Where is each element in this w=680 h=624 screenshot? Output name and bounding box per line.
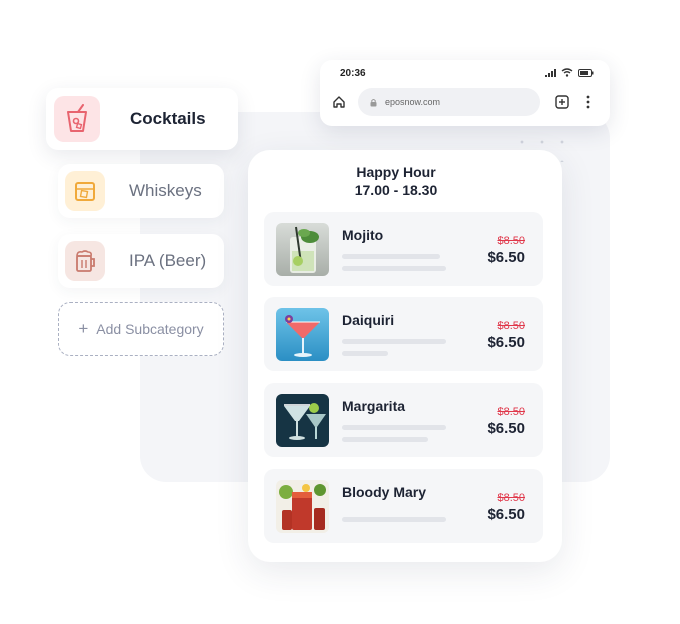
address-bar[interactable]: eposnow.com	[358, 88, 540, 116]
mojito-image	[276, 223, 329, 276]
url-text: eposnow.com	[385, 97, 441, 107]
description-placeholder	[342, 425, 446, 430]
item-name: Bloody Mary	[342, 484, 427, 500]
category-cocktails[interactable]: Cocktails	[46, 88, 238, 150]
original-price: $8.50	[497, 492, 525, 504]
description-placeholder	[342, 339, 446, 344]
original-price: $8.50	[497, 235, 525, 247]
browser-toolbar: 20:36 eposnow.com	[320, 60, 610, 126]
menu-item-mojito[interactable]: Mojito $8.50 $6.50	[264, 212, 543, 286]
item-name: Margarita	[342, 398, 406, 414]
item-name: Daiquiri	[342, 312, 395, 328]
discounted-price: $6.50	[487, 249, 525, 266]
discounted-price: $6.50	[487, 334, 525, 351]
original-price: $8.50	[497, 320, 525, 332]
margarita-image	[276, 394, 329, 447]
original-price: $8.50	[497, 406, 525, 418]
lock-icon	[370, 98, 377, 106]
happy-hour-menu: Happy Hour 17.00 - 18.30 Mojito $8.50 $6…	[248, 150, 562, 562]
add-subcategory-button[interactable]: + Add Subcategory	[58, 302, 224, 356]
description-placeholder	[342, 351, 388, 356]
category-label: IPA (Beer)	[129, 251, 207, 270]
category-label: Whiskeys	[129, 181, 202, 200]
daiquiri-image	[276, 308, 329, 361]
home-icon[interactable]	[332, 95, 346, 109]
description-placeholder	[342, 266, 446, 271]
more-menu-icon[interactable]	[586, 95, 590, 109]
add-subcategory-label: Add Subcategory	[96, 321, 204, 337]
whiskey-icon	[65, 171, 105, 211]
menu-item-bloody-mary[interactable]: Bloody Mary $8.50 $6.50	[264, 469, 543, 543]
menu-item-daiquiri[interactable]: Daiquiri $8.50 $6.50	[264, 297, 543, 371]
menu-title: Happy Hour	[356, 164, 436, 180]
discounted-price: $6.50	[487, 420, 525, 437]
menu-hours: 17.00 - 18.30	[354, 182, 438, 198]
item-name: Mojito	[342, 227, 384, 243]
description-placeholder	[342, 517, 446, 522]
status-icons	[545, 68, 594, 77]
menu-item-margarita[interactable]: Margarita $8.50 $6.50	[264, 383, 543, 457]
wifi-icon	[561, 68, 573, 77]
signal-icon	[545, 68, 556, 77]
bloody-mary-image	[276, 480, 329, 533]
discounted-price: $6.50	[487, 506, 525, 523]
category-label: Cocktails	[130, 109, 206, 128]
new-tab-icon[interactable]	[555, 95, 569, 109]
battery-icon	[578, 68, 594, 77]
plus-icon: +	[78, 319, 89, 338]
beer-mug-icon	[65, 241, 105, 281]
status-time: 20:36	[340, 68, 366, 79]
description-placeholder	[342, 254, 440, 259]
category-whiskeys[interactable]: Whiskeys	[58, 164, 224, 218]
category-ipa-beer[interactable]: IPA (Beer)	[58, 234, 224, 288]
cocktail-icon	[54, 96, 100, 142]
description-placeholder	[342, 437, 428, 442]
